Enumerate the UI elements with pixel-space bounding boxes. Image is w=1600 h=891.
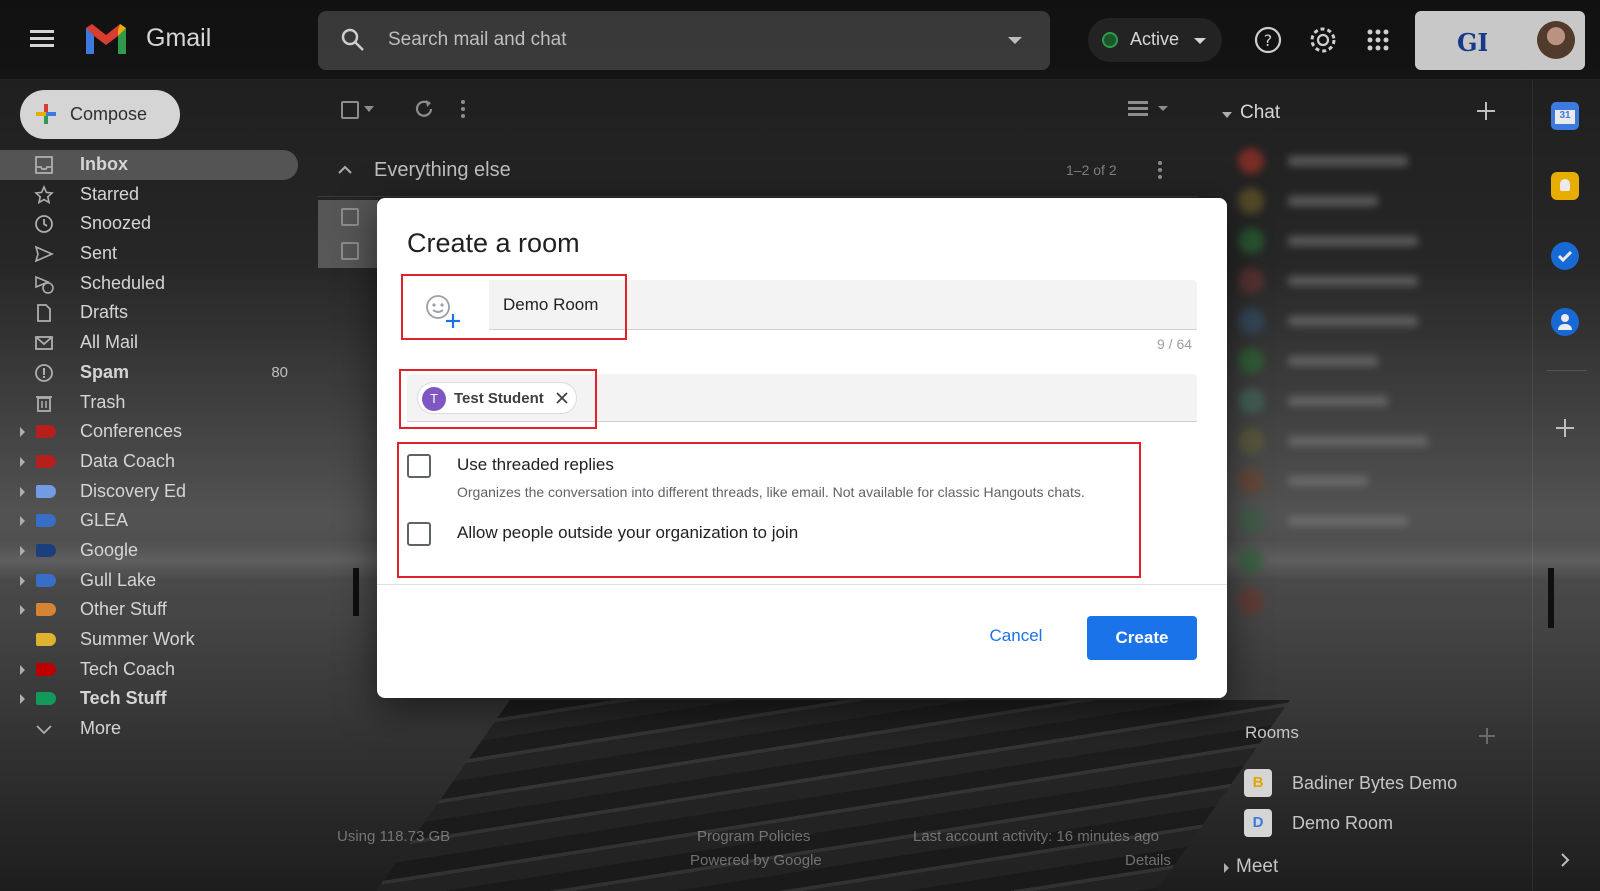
remove-person-close-icon[interactable]: [554, 390, 570, 406]
threaded-replies-checkbox[interactable]: [407, 454, 431, 478]
add-emoji-plus-icon: [446, 314, 460, 328]
threaded-replies-option[interactable]: Use threaded replies Organizes the conve…: [407, 454, 1167, 506]
cancel-button[interactable]: Cancel: [975, 616, 1057, 656]
room-name-field[interactable]: [407, 280, 1197, 330]
create-button[interactable]: Create: [1087, 616, 1197, 660]
add-people-field[interactable]: T Test Student: [407, 374, 1197, 422]
external-access-option[interactable]: Allow people outside your organization t…: [407, 522, 1167, 552]
external-access-label: Allow people outside your organization t…: [457, 523, 799, 542]
threaded-replies-label: Use threaded replies: [457, 455, 614, 474]
dialog-divider: [377, 584, 1227, 585]
dialog-title: Create a room: [407, 228, 580, 258]
room-emoji-picker[interactable]: [407, 280, 489, 330]
person-avatar: T: [422, 387, 446, 411]
person-chip[interactable]: T Test Student: [417, 382, 577, 414]
room-name-input[interactable]: [503, 288, 1163, 322]
character-count: 9 / 64: [1157, 336, 1193, 352]
threaded-replies-description: Organizes the conversation into differen…: [457, 484, 1085, 500]
external-access-checkbox[interactable]: [407, 522, 431, 546]
create-room-dialog: Create a room 9 / 64 T Test Student Use …: [377, 198, 1227, 698]
person-name: Test Student: [454, 390, 544, 407]
